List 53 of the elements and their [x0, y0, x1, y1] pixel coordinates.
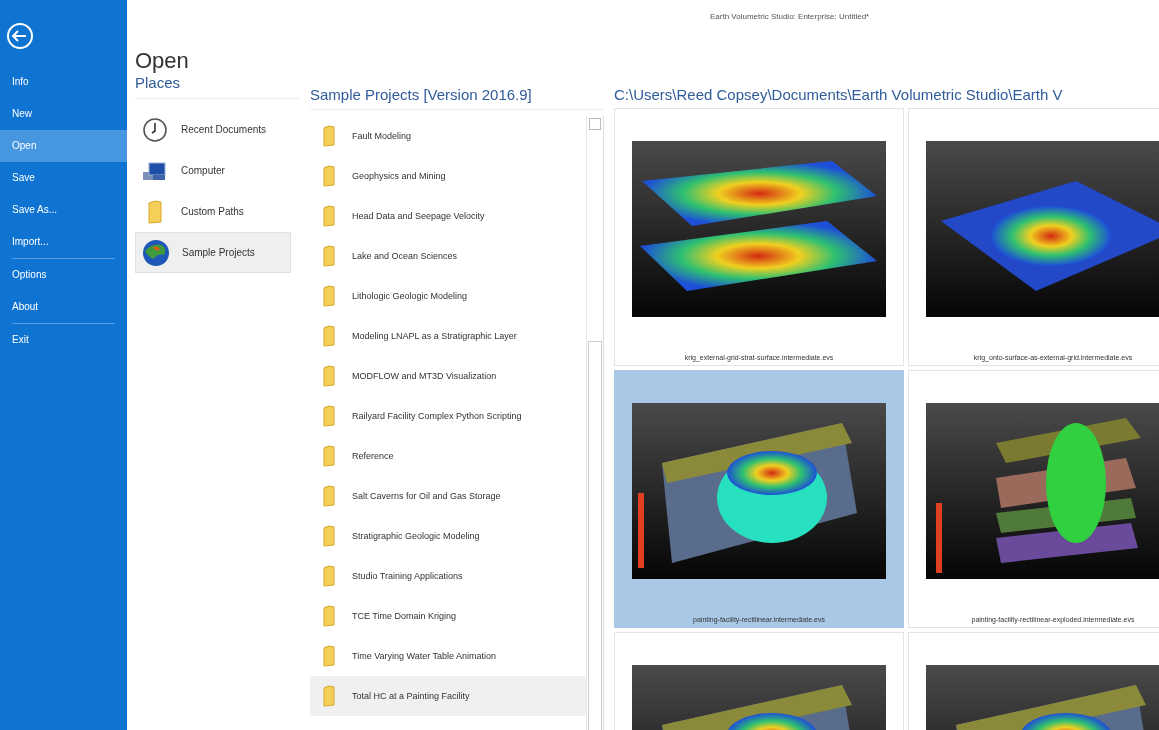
folder-icon	[322, 365, 336, 387]
menu-item[interactable]: Save As...	[0, 194, 127, 226]
project-item[interactable]: Salt Caverns for Oil and Gas Storage	[310, 476, 586, 516]
computer-icon	[141, 159, 169, 182]
project-item[interactable]: Time Varying Water Table Animation	[310, 636, 586, 676]
folder-icon	[322, 165, 336, 187]
folder-path: C:\Users\Reed Copsey\Documents\Earth Volumetric Studio\Earth V	[614, 86, 1064, 104]
project-item[interactable]: Lake and Ocean Sciences	[310, 236, 586, 276]
project-item[interactable]: Head Data and Seepage Velocity	[310, 196, 586, 236]
menu-item[interactable]: About	[0, 291, 127, 323]
menu-item[interactable]: Save	[0, 162, 127, 194]
place-item[interactable]: Computer	[135, 150, 291, 191]
globe-icon	[142, 238, 170, 267]
folder-icon	[322, 325, 336, 347]
project-item[interactable]: Total HC at a Painting Facility	[310, 676, 586, 716]
project-item[interactable]: Modeling LNAPL as a Stratigraphic Layer	[310, 316, 586, 356]
project-item[interactable]: TCE Time Domain Kriging	[310, 596, 586, 636]
menu-item[interactable]: New	[0, 98, 127, 130]
project-item[interactable]: Studio Training Applications	[310, 556, 586, 596]
clock-icon	[142, 116, 168, 143]
folder-icon	[322, 205, 336, 227]
project-item[interactable]: Fault Modeling	[310, 116, 586, 156]
folder-icon	[322, 485, 336, 507]
folder-icon	[322, 245, 336, 267]
folder-icon	[322, 525, 336, 547]
back-button[interactable]	[6, 22, 36, 52]
window-title: Earth Volumetric Studio: Enterprise: Untitled*	[710, 12, 870, 21]
project-item[interactable]: Railyard Facility Complex Python Scripting	[310, 396, 586, 436]
folder-icon	[322, 645, 336, 667]
scrollbar[interactable]	[586, 116, 603, 730]
page-title: Open	[135, 48, 190, 74]
place-item[interactable]: Custom Paths	[135, 191, 291, 232]
project-item[interactable]: Reference	[310, 436, 586, 476]
project-item[interactable]: Geophysics and Mining	[310, 156, 586, 196]
project-item[interactable]: MODFLOW and MT3D Visualization	[310, 356, 586, 396]
menu-item[interactable]: Import...	[0, 226, 127, 258]
folder-icon	[322, 125, 336, 147]
menu-item[interactable]: Options	[0, 259, 127, 291]
menu-item[interactable]: Info	[0, 66, 127, 98]
section-heading: Places	[135, 74, 300, 99]
menu-item[interactable]: Exit	[0, 324, 127, 356]
folder-icon	[322, 445, 336, 467]
project-item[interactable]: Stratigraphic Geologic Modeling	[310, 516, 586, 556]
folder-icon	[322, 605, 336, 627]
place-item[interactable]: Sample Projects	[135, 232, 291, 273]
folder-icon	[147, 199, 163, 224]
folder-icon	[322, 405, 336, 427]
folder-icon	[322, 285, 336, 307]
folder-icon	[322, 565, 336, 587]
place-item[interactable]: Recent Documents	[135, 109, 291, 150]
section-heading: Sample Projects [Version 2016.9]	[310, 86, 604, 110]
project-item[interactable]: Lithologic Geologic Modeling	[310, 276, 586, 316]
folder-icon	[322, 685, 336, 707]
